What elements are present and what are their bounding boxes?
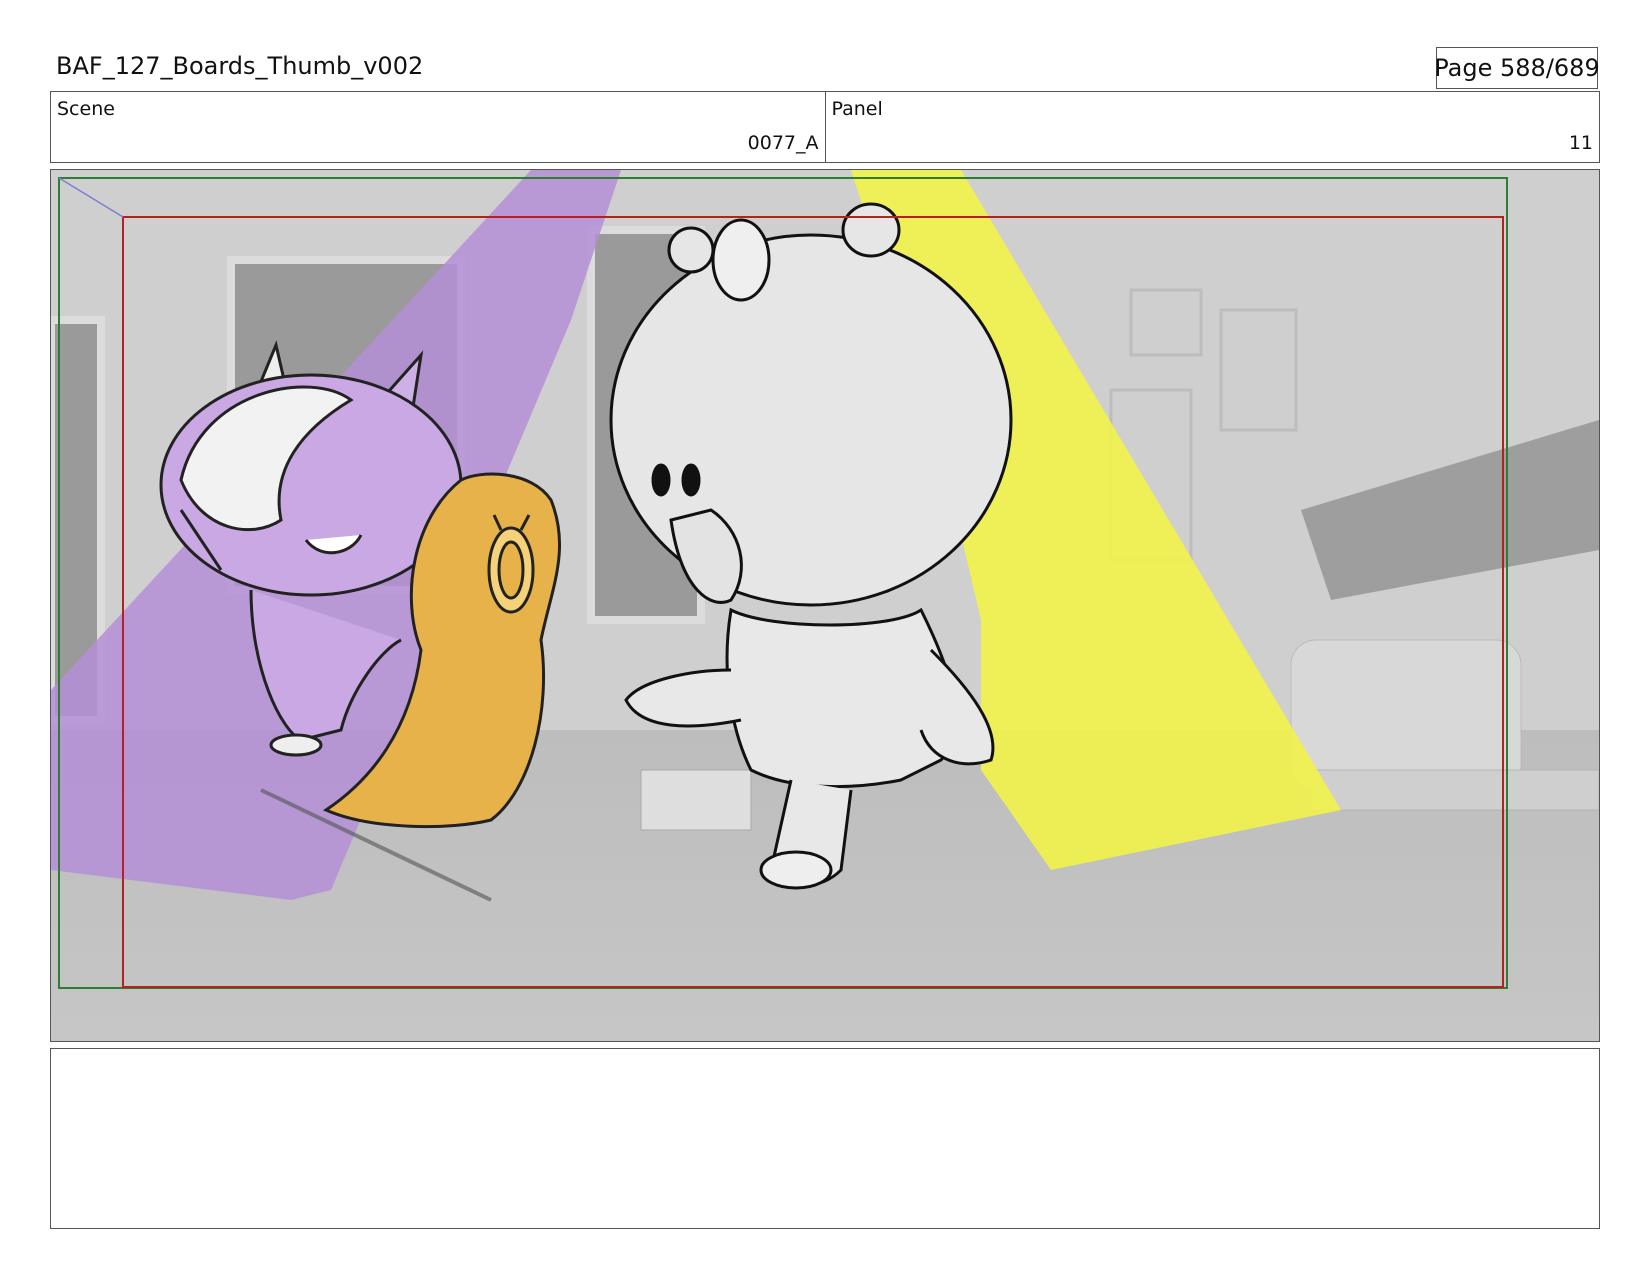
panel-label: Panel (831, 98, 883, 120)
panel-value: 11 (1568, 132, 1593, 154)
panel-cell: Panel 11 (824, 92, 1600, 162)
page-counter: Page 588/689 (1434, 47, 1600, 89)
scene-label: Scene (57, 98, 115, 120)
storyboard-panel-image (50, 169, 1600, 1042)
document-title: BAF_127_Boards_Thumb_v002 (56, 52, 424, 80)
scene-value: 0077_A (747, 132, 819, 154)
notes-box (50, 1048, 1600, 1229)
scene-cell: Scene 0077_A (51, 92, 825, 162)
scene-panel-info: Scene 0077_A Panel 11 (50, 91, 1600, 163)
storyboard-sketch (51, 170, 1599, 1041)
